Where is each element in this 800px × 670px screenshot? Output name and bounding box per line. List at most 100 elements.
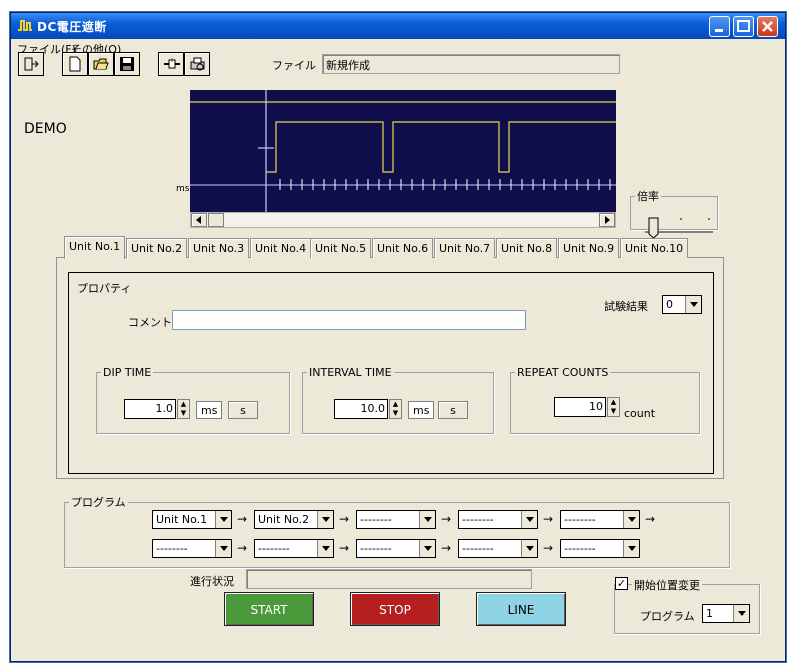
interval-time-unit-s-button[interactable]: s [438,401,468,419]
new-file-icon [69,56,81,72]
new-file-button[interactable] [62,52,88,76]
tab-unit-8[interactable]: Unit No.8 [496,238,558,258]
line-button[interactable]: LINE [476,592,566,626]
maximize-button[interactable] [733,16,754,37]
dip-time-spinner[interactable]: ▲ ▼ [177,399,190,419]
scrollbar-thumb[interactable] [208,213,224,227]
chevron-down-icon [317,511,333,528]
exit-button[interactable] [18,52,44,76]
waveform-ms-label: ms [176,184,190,194]
close-button[interactable] [757,16,778,37]
program-row2-select-1[interactable]: -------- [152,539,232,558]
demo-label: DEMO [24,121,67,137]
program-row2-select-3[interactable]: -------- [356,539,436,558]
arrow-right-icon: → [543,541,554,555]
interval-time-spinner[interactable]: ▲ ▼ [389,399,402,419]
file-label: ファイル [272,59,316,72]
waveform-display[interactable] [190,90,616,212]
scroll-right-button[interactable] [599,213,615,227]
tab-unit-5[interactable]: Unit No.5 [310,238,372,258]
connect-icon [164,58,180,69]
save-button[interactable] [114,52,140,76]
scroll-left-icon [196,216,201,224]
window-title: DC電圧遮断 [37,20,107,34]
zoom-slider[interactable] [631,208,717,238]
start-position-checkbox[interactable]: ✓ [615,577,628,590]
tab-unit-9[interactable]: Unit No.9 [558,238,620,258]
title-bar[interactable]: DC電圧遮断 [11,13,785,39]
arrow-right-icon: → [237,541,248,555]
file-name-field: 新規作成 [322,54,620,74]
arrow-right-icon: → [543,512,554,526]
arrow-right-icon: → [441,512,452,526]
interval-time-unit-ms: ms [408,401,435,419]
chevron-down-icon [623,540,639,557]
minimize-button[interactable] [709,16,730,37]
scroll-left-button[interactable] [191,213,207,227]
waveform-scrollbar[interactable] [190,212,616,228]
dip-time-legend: DIP TIME [103,366,152,379]
comment-input[interactable] [172,310,526,330]
chevron-down-icon [215,511,231,528]
test-result-label: 試験結果 [604,300,648,313]
tab-unit-6[interactable]: Unit No.6 [372,238,434,258]
zoom-slider-thumb[interactable] [648,217,659,238]
arrow-right-icon: → [339,512,350,526]
repeat-counts-input[interactable]: 10 [554,397,606,417]
repeat-counts-unit: count [624,407,656,420]
program-row2-value-3: -------- [360,542,392,555]
chevron-down-icon [685,296,701,313]
tab-unit-4[interactable]: Unit No.4 [250,238,312,258]
comment-label: コメント [128,316,172,329]
tab-unit-2[interactable]: Unit No.2 [126,238,188,258]
arrow-right-icon: → [237,512,248,526]
program-row1-select-5[interactable]: -------- [560,510,640,529]
dip-time-unit-s-button[interactable]: s [228,401,258,419]
scroll-right-icon [605,216,610,224]
arrow-right-icon: → [339,541,350,555]
properties-legend: プロパティ [77,282,132,295]
program-row1-value-3: -------- [360,513,392,526]
program-row1-select-2[interactable]: Unit No.2 [254,510,334,529]
chevron-down-icon [521,540,537,557]
start-button[interactable]: START [224,592,314,626]
program-row1-select-1[interactable]: Unit No.1 [152,510,232,529]
close-icon [762,21,773,32]
repeat-counts-spinner[interactable]: ▲ ▼ [607,397,620,417]
open-folder-button[interactable] [88,52,114,76]
connect-button[interactable] [158,52,184,76]
start-position-label: 開始位置変更 [632,577,702,593]
test-result-value: 0 [666,298,673,311]
start-program-select[interactable]: 1 [702,604,750,623]
dip-time-input[interactable]: 1.0 [124,399,176,419]
chevron-down-icon [521,511,537,528]
program-row1-value-1: Unit No.1 [156,513,208,526]
program-row2-select-5[interactable]: -------- [560,539,640,558]
arrow-right-icon: → [645,512,656,526]
program-row1-select-3[interactable]: -------- [356,510,436,529]
tab-unit-3[interactable]: Unit No.3 [188,238,250,258]
start-program-value: 1 [706,607,713,620]
tab-unit-10[interactable]: Unit No.10 [620,238,689,258]
chevron-down-icon [215,540,231,557]
program-legend: プログラム [71,496,126,509]
program-row2-select-4[interactable]: -------- [458,539,538,558]
chevron-down-icon [317,540,333,557]
program-row1-select-4[interactable]: -------- [458,510,538,529]
test-result-select[interactable]: 0 [662,295,702,314]
chevron-down-icon [419,511,435,528]
waveform-icon [17,18,33,34]
program-row1-value-4: -------- [462,513,494,526]
program-row2-select-2[interactable]: -------- [254,539,334,558]
tab-unit-7[interactable]: Unit No.7 [434,238,496,258]
tab-unit-1[interactable]: Unit No.1 [64,236,126,259]
start-program-label: プログラム [640,610,695,623]
interval-time-input[interactable]: 10.0 [334,399,388,419]
print-preview-button[interactable] [184,52,210,76]
dip-time-unit-ms: ms [196,401,223,419]
waveform-trace [266,121,616,173]
stop-button[interactable]: STOP [350,592,440,626]
program-row2-value-4: -------- [462,542,494,555]
progress-label: 進行状況 [190,575,234,588]
program-row2-value-5: -------- [564,542,596,555]
